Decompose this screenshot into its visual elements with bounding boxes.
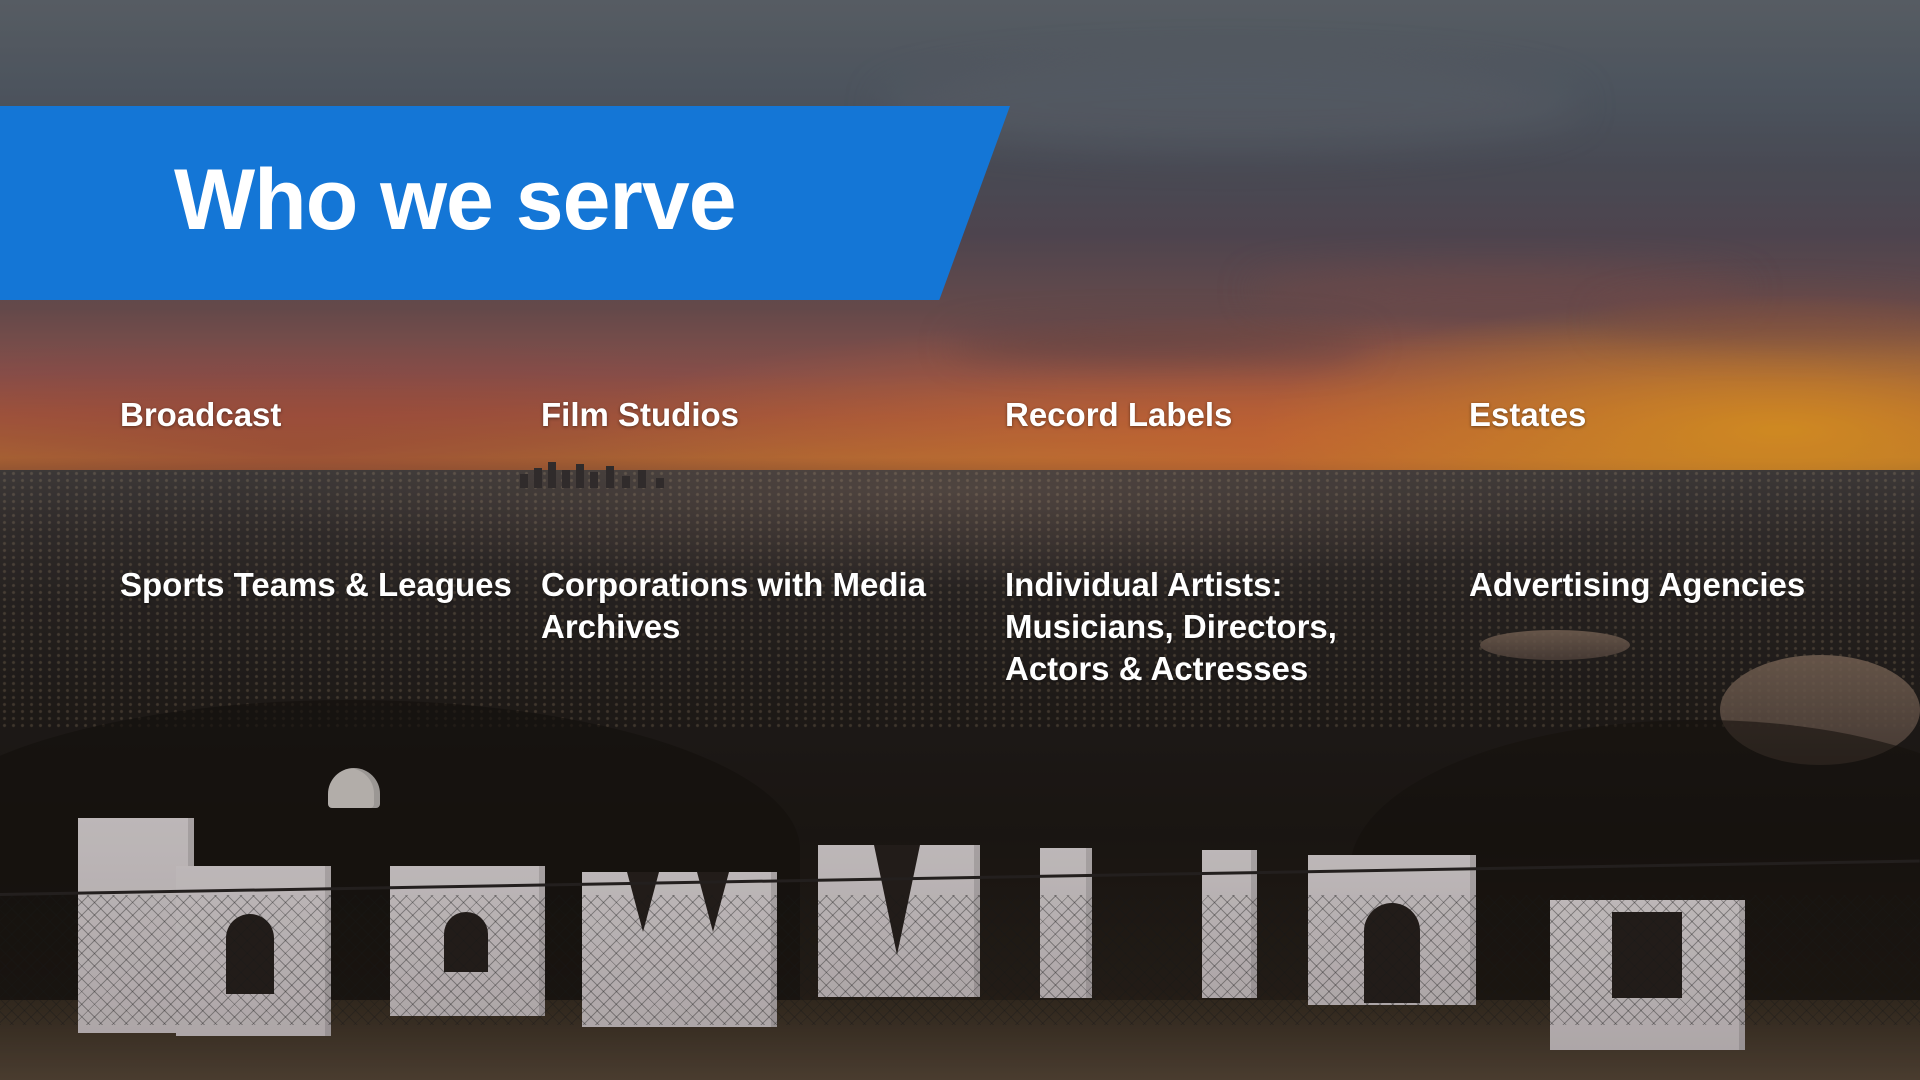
category-film-studios: Film Studios xyxy=(541,396,739,433)
category-broadcast: Broadcast xyxy=(120,396,282,433)
category-advertising-agencies: Advertising Agencies xyxy=(1469,566,1806,603)
category-estates: Estates xyxy=(1469,396,1587,433)
category-record-labels: Record Labels xyxy=(1005,396,1233,433)
category-corporations-media-archives: Corporations with Media Archives xyxy=(541,566,927,645)
slide: Who we serve Broadcast Film Studios Reco… xyxy=(0,0,1920,1080)
category-individual-artists: Individual Artists: Musicians, Directors… xyxy=(1005,566,1337,687)
slide-title: Who we serve xyxy=(174,152,737,248)
category-sports-teams-leagues: Sports Teams & Leagues xyxy=(120,566,512,603)
